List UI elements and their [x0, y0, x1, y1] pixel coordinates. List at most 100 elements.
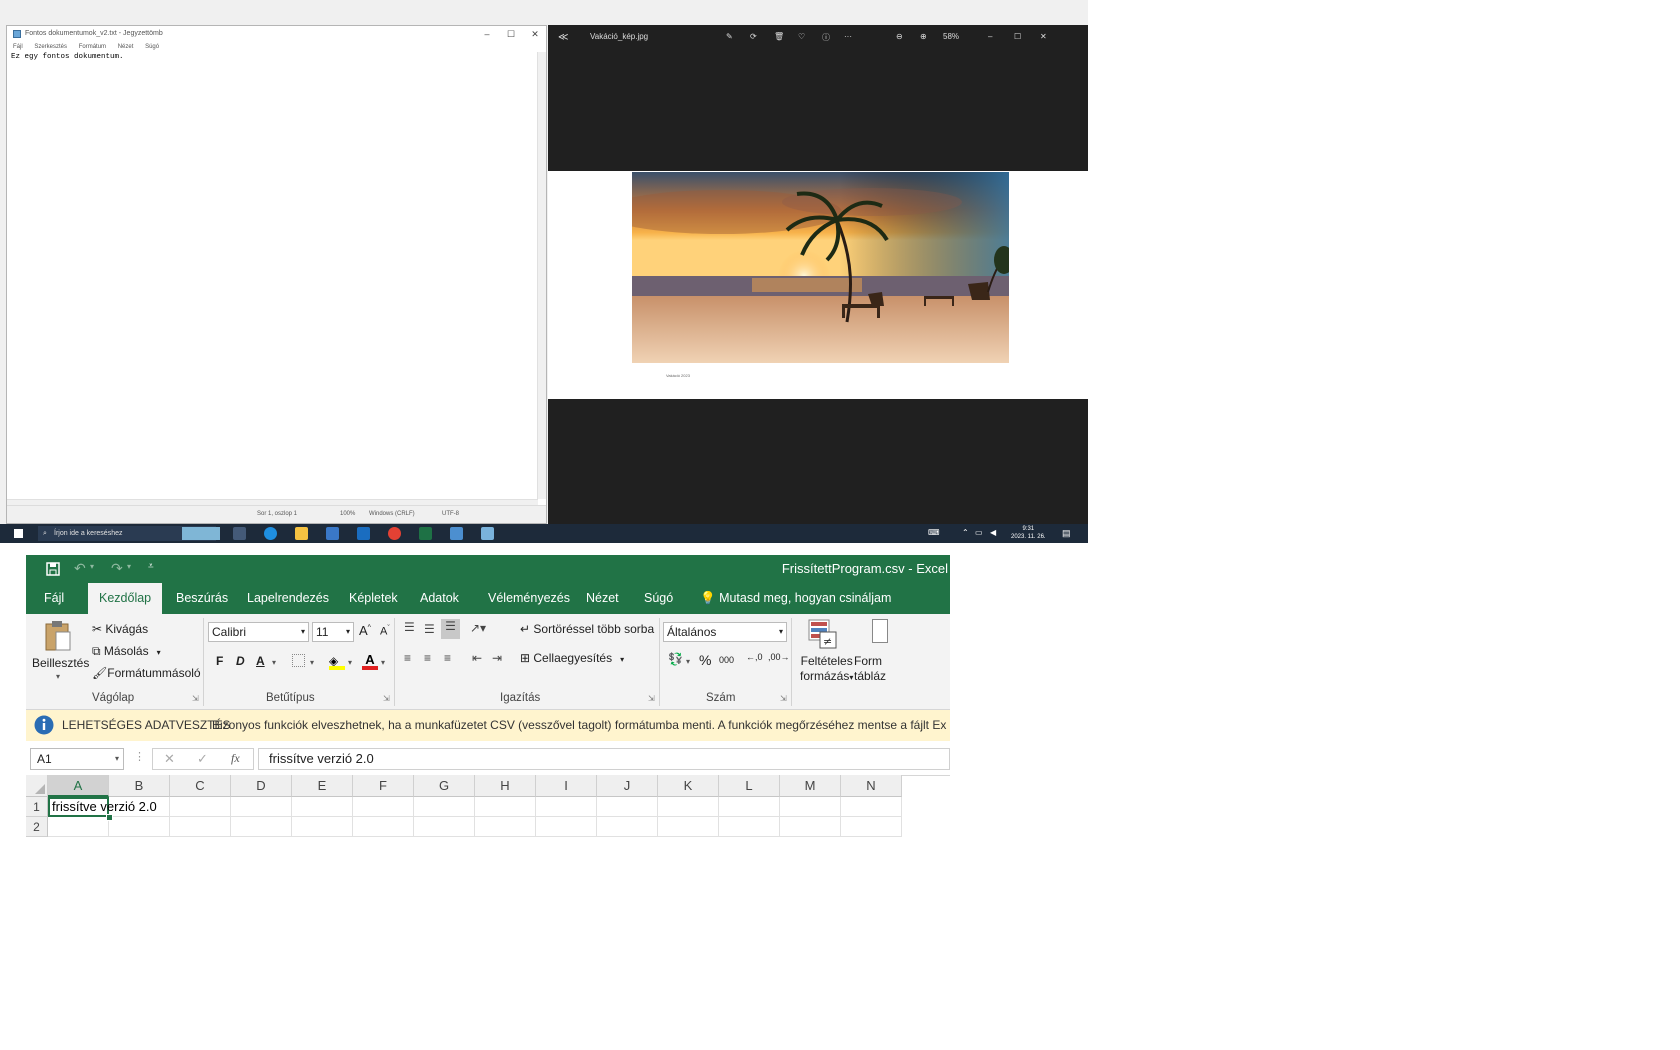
tab-home[interactable]: Kezdőlap	[88, 583, 163, 614]
favorite-icon[interactable]: ♡	[798, 32, 805, 41]
font-name-select[interactable]: Calibri ▾	[208, 622, 309, 642]
menu-edit[interactable]: Szerkesztés	[34, 44, 67, 50]
close-icon[interactable]: ✕	[1040, 32, 1047, 41]
cell-d2[interactable]	[231, 817, 292, 837]
align-left-icon[interactable]: ≡	[404, 651, 411, 665]
merge-button[interactable]: ⊞ Cellaegyesítés ▾	[520, 651, 624, 665]
notification-icon[interactable]: ▤	[1062, 528, 1071, 539]
column-header-k[interactable]: K	[658, 775, 719, 797]
decrease-font-icon[interactable]: Aˇ	[380, 625, 390, 638]
cell-n2[interactable]	[841, 817, 902, 837]
cell-b2[interactable]	[109, 817, 170, 837]
conditional-format-button[interactable]: Feltételes formázás▾	[800, 654, 853, 685]
cell-g2[interactable]	[414, 817, 475, 837]
accounting-dropdown-icon[interactable]: ▾	[686, 657, 690, 666]
tab-insert[interactable]: Beszúrás	[176, 583, 228, 614]
clipboard-launcher-icon[interactable]: ⇲	[192, 694, 199, 703]
network-icon[interactable]: ▭	[975, 528, 983, 537]
column-header-b[interactable]: B	[109, 775, 170, 797]
keyboard-icon[interactable]: ⌨	[928, 528, 940, 537]
cell-d1[interactable]	[231, 797, 292, 817]
cell-n1[interactable]	[841, 797, 902, 817]
cell-i2[interactable]	[536, 817, 597, 837]
notepad-taskbar-icon[interactable]	[481, 527, 494, 540]
cell-i1[interactable]	[536, 797, 597, 817]
font-color-dropdown-icon[interactable]: ▾	[381, 658, 385, 667]
column-header-f[interactable]: F	[353, 775, 414, 797]
tab-review[interactable]: Véleményezés	[488, 583, 570, 614]
column-header-d[interactable]: D	[231, 775, 292, 797]
cell-e2[interactable]	[292, 817, 353, 837]
taskbar-clock[interactable]: 9:31 2023. 11. 26.	[1011, 525, 1046, 541]
column-header-n[interactable]: N	[841, 775, 902, 797]
tell-me-box[interactable]: 💡 Mutasd meg, hogyan csináljam	[700, 583, 891, 614]
fill-color-icon[interactable]: ◈	[329, 652, 345, 670]
edge-icon[interactable]	[264, 527, 277, 540]
copy-button[interactable]: ⧉ Másolás ▾	[92, 644, 161, 659]
paste-button[interactable]: Beillesztés	[32, 656, 89, 670]
redo-dropdown-icon[interactable]: ▾	[127, 562, 131, 571]
increase-decimal-icon[interactable]: ←,0	[746, 652, 763, 662]
increase-font-icon[interactable]: A^	[359, 623, 371, 638]
tab-data[interactable]: Adatok	[420, 583, 459, 614]
undo-dropdown-icon[interactable]: ▾	[90, 562, 94, 571]
italic-button[interactable]: D	[236, 654, 245, 668]
bold-button[interactable]: F	[216, 654, 223, 668]
formula-input[interactable]: frissítve verzió 2.0	[258, 748, 950, 770]
cell-l2[interactable]	[719, 817, 780, 837]
store-icon[interactable]	[326, 527, 339, 540]
column-header-a[interactable]: A	[48, 775, 109, 797]
column-header-h[interactable]: H	[475, 775, 536, 797]
underline-button[interactable]: A	[256, 654, 265, 668]
cell-f2[interactable]	[353, 817, 414, 837]
cell-g1[interactable]	[414, 797, 475, 817]
align-center-icon[interactable]: ≡	[424, 651, 431, 665]
edit-icon[interactable]: ✎	[726, 32, 733, 41]
merge-dropdown-icon[interactable]: ▾	[620, 655, 624, 664]
close-icon[interactable]: ✕	[524, 26, 546, 42]
paste-icon[interactable]	[44, 620, 72, 652]
decrease-decimal-icon[interactable]: ,00→	[768, 652, 790, 662]
font-size-select[interactable]: 11 ▾	[312, 622, 354, 642]
cell-k1[interactable]	[658, 797, 719, 817]
maximize-icon[interactable]: ☐	[500, 26, 522, 42]
save-icon[interactable]	[46, 562, 60, 576]
alignment-launcher-icon[interactable]: ⇲	[648, 694, 655, 703]
delete-icon[interactable]: 🗑	[774, 32, 784, 41]
format-as-table-button[interactable]: Form tábláz	[854, 654, 886, 684]
number-format-select[interactable]: Általános ▾	[663, 622, 787, 642]
menu-file[interactable]: Fájl	[13, 44, 23, 50]
cell-m2[interactable]	[780, 817, 841, 837]
minimize-icon[interactable]: –	[988, 32, 992, 41]
orientation-icon[interactable]: ↗▾	[470, 621, 486, 635]
align-middle-icon[interactable]: ☰	[424, 622, 435, 636]
photos-icon[interactable]	[450, 527, 463, 540]
column-header-i[interactable]: I	[536, 775, 597, 797]
file-explorer-icon[interactable]	[295, 527, 308, 540]
redo-icon[interactable]: ↷	[111, 560, 123, 577]
name-box[interactable]: A1 ▾	[30, 748, 124, 770]
tab-formulas[interactable]: Képletek	[349, 583, 398, 614]
row-header-1[interactable]: 1	[26, 797, 48, 817]
back-icon[interactable]: ≪	[558, 32, 568, 43]
font-launcher-icon[interactable]: ⇲	[383, 694, 390, 703]
info-icon[interactable]: ⓘ	[822, 32, 830, 43]
undo-icon[interactable]: ↶	[74, 560, 86, 577]
volume-icon[interactable]: ◀	[990, 528, 996, 537]
fill-dropdown-icon[interactable]: ▾	[348, 658, 352, 667]
notepad-text-area[interactable]: Ez egy fontos dokumentum.	[11, 53, 124, 61]
number-launcher-icon[interactable]: ⇲	[780, 694, 787, 703]
align-top-icon[interactable]: ☰	[404, 620, 415, 634]
more-icon[interactable]: ···	[844, 32, 852, 41]
cell-l1[interactable]	[719, 797, 780, 817]
format-painter-button[interactable]: 🖌Formátummásoló	[92, 666, 201, 680]
menu-format[interactable]: Formátum	[79, 44, 106, 50]
cell-a1[interactable]: frissítve verzió 2.0	[48, 797, 157, 817]
column-header-e[interactable]: E	[292, 775, 353, 797]
menu-view[interactable]: Nézet	[118, 44, 134, 50]
column-header-g[interactable]: G	[414, 775, 475, 797]
cell-h1[interactable]	[475, 797, 536, 817]
paste-dropdown-icon[interactable]: ▾	[56, 672, 60, 681]
customize-qat-icon[interactable]: ⩡	[148, 561, 154, 572]
cell-m1[interactable]	[780, 797, 841, 817]
